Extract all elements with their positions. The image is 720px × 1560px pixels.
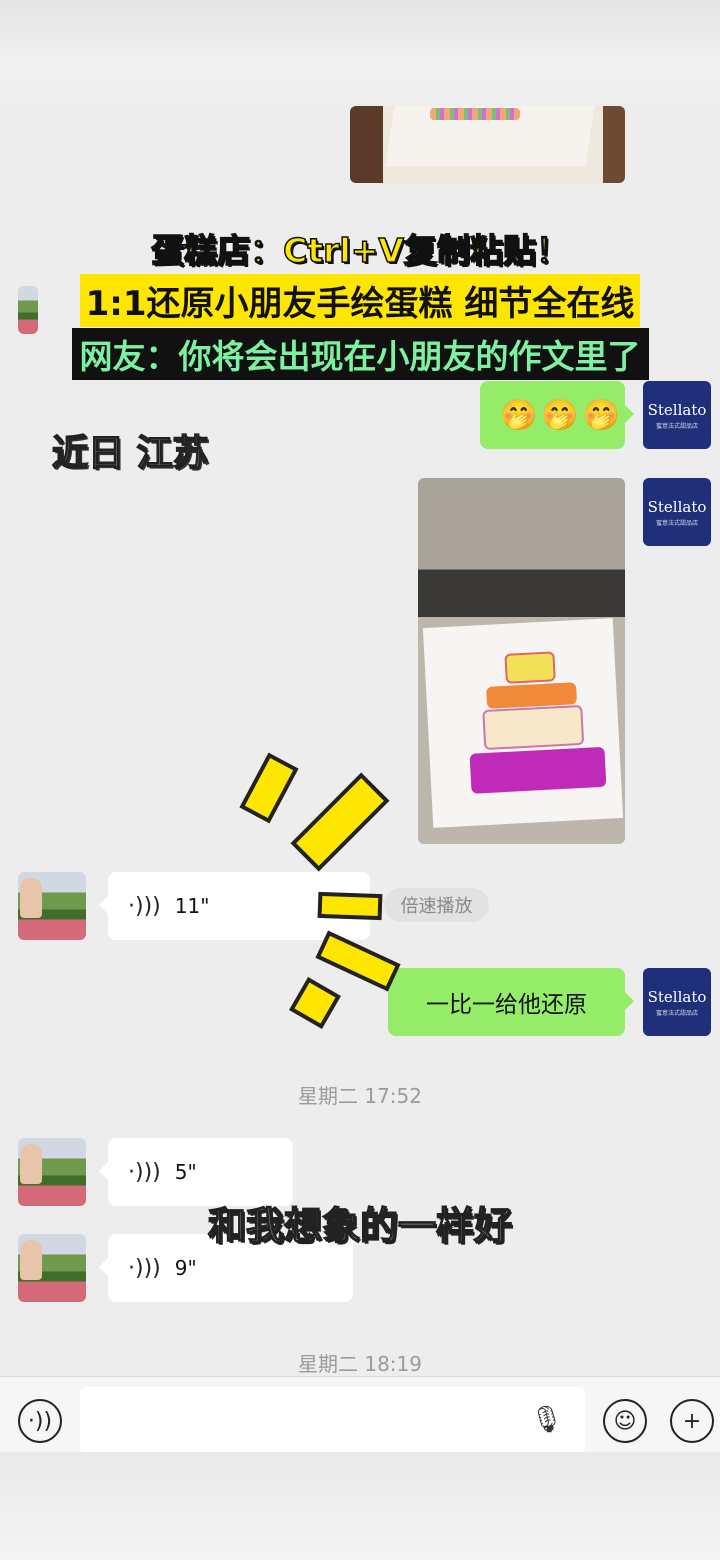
shop-sub: 蜜意法式甜品店 [655, 519, 698, 527]
title-text-3: 网友：你将会出现在小朋友的作文里了 [71, 328, 649, 380]
input-bar: ·)) 🎙 ☺ + [0, 1376, 720, 1453]
video-subtitle: 和我想象的一样好 [207, 1203, 513, 1249]
image-message-top[interactable] [350, 106, 625, 183]
message-input[interactable]: 🎙 [80, 1387, 585, 1453]
title-line-3: 网友：你将会出现在小朋友的作文里了 [0, 328, 720, 380]
title-text-2: 1:1还原小朋友手绘蛋糕 细节全在线 [79, 274, 641, 327]
bottom-blur-region [0, 1452, 720, 1560]
timestamp: 星期二 18:19 [298, 1352, 422, 1376]
timestamp: 星期二 17:52 [298, 1084, 422, 1108]
reply-text: 一比一给他还原 [426, 992, 587, 1018]
voice-wave-icon: ·))) [128, 1255, 161, 1281]
photo-sprinkles [430, 108, 520, 120]
shop-avatar[interactable]: Stellato 蜜意法式甜品店 [643, 968, 711, 1036]
emoji-message-bubble[interactable]: 🤭🤭🤭 [480, 381, 634, 449]
shop-avatar[interactable]: Stellato 蜜意法式甜品店 [643, 381, 711, 449]
cake-middle-tier [482, 704, 585, 751]
voice-duration: 11" [174, 894, 210, 918]
user-avatar[interactable] [18, 872, 86, 940]
top-blur-region [0, 0, 720, 106]
title-text-1: 蛋糕店：Ctrl+V复制粘贴！ [150, 230, 569, 271]
avatar-face [20, 878, 42, 918]
emoji-icon[interactable]: ☺ [603, 1399, 647, 1443]
shop-avatar[interactable]: Stellato 蜜意法式甜品店 [643, 478, 711, 546]
cake-bottom-tier [469, 746, 607, 794]
voice-duration: 9" [174, 1256, 197, 1280]
voice-wave-icon: ·))) [128, 1159, 161, 1185]
voice-duration: 5" [174, 1160, 197, 1184]
shop-brand: Stellato [647, 497, 707, 516]
shop-brand: Stellato [647, 400, 707, 419]
voice-mode-icon[interactable]: ·)) [18, 1399, 62, 1443]
shop-sub: 蜜意法式甜品店 [655, 1009, 698, 1017]
plus-icon[interactable]: + [670, 1399, 714, 1443]
burst-mark [317, 891, 383, 921]
speed-play-button[interactable]: 倍速播放 [384, 888, 489, 922]
microphone-icon[interactable]: 🎙 [530, 1405, 563, 1435]
voice-wave-icon: ·))) [128, 893, 161, 919]
title-line-1: 蛋糕店：Ctrl+V复制粘贴！ [0, 224, 720, 272]
emoji-text: 🤭🤭🤭 [500, 397, 625, 433]
reply-message-bubble[interactable]: 一比一给他还原 [388, 968, 634, 1036]
title-line-2: 1:1还原小朋友手绘蛋糕 细节全在线 [0, 274, 720, 327]
drawing-paper [422, 618, 624, 828]
cake-drawing-image[interactable] [418, 478, 625, 844]
shop-sub: 蜜意法式甜品店 [655, 422, 698, 430]
avatar-face [20, 1144, 42, 1184]
cake-top-tier [504, 651, 556, 684]
shop-brand: Stellato [647, 987, 707, 1006]
location-caption: 近日 江苏 [51, 432, 209, 475]
